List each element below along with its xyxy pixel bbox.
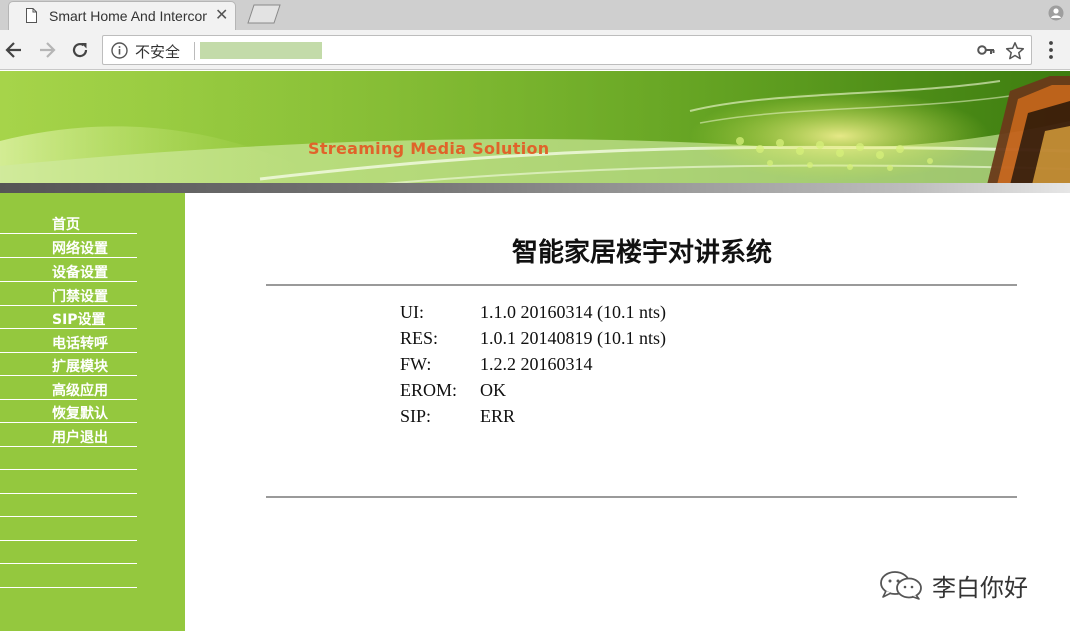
sidebar-item-logout[interactable]: 用户退出 [0, 424, 137, 447]
info-key: SIP: [400, 406, 432, 426]
sidebar-item-label: 电话转呼 [52, 336, 108, 352]
sidebar-item-network-settings[interactable]: 网络设置 [0, 235, 137, 258]
sidebar-item-restore-defaults[interactable]: 恢复默认 [0, 400, 137, 423]
sidebar-item-home[interactable]: 首页 [0, 211, 137, 234]
info-key: FW: [400, 354, 432, 374]
divider-bottom [266, 496, 1017, 498]
tab-strip: Smart Home And Intercom ✕ [0, 0, 1070, 30]
info-row-sip: SIP: ERR [400, 404, 800, 430]
sidebar-item-label: 设备设置 [52, 265, 108, 281]
divider-top [266, 284, 1017, 286]
browser-tab[interactable]: Smart Home And Intercom ✕ [8, 1, 236, 30]
sidebar-empty-row [0, 471, 137, 494]
forward-arrow-icon[interactable] [37, 40, 57, 60]
new-tab-button[interactable] [246, 4, 282, 24]
tab-close-button[interactable]: ✕ [215, 6, 228, 24]
url-divider [194, 42, 195, 60]
sidebar-item-call-forward[interactable]: 电话转呼 [0, 330, 137, 353]
version-info-list: UI: 1.1.0 20160314 (10.1 nts) RES: 1.0.1… [400, 300, 800, 430]
sidebar-empty-row [0, 541, 137, 564]
browser-toolbar: 不安全 [0, 30, 1070, 70]
info-value: 1.1.0 20160314 (10.1 nts) [480, 302, 666, 322]
info-key: UI: [400, 302, 424, 322]
sidebar-empty-row [0, 518, 137, 541]
sidebar-item-access-control[interactable]: 门禁设置 [0, 283, 137, 306]
document-icon [26, 8, 37, 23]
info-value: 1.2.2 20160314 [480, 354, 593, 374]
kebab-menu-icon[interactable] [1046, 40, 1056, 60]
sidebar-item-label: 恢复默认 [52, 406, 108, 422]
key-icon[interactable] [977, 43, 995, 57]
info-value: 1.0.1 20140819 (10.1 nts) [480, 328, 666, 348]
sidebar-item-label: 首页 [52, 217, 80, 233]
info-row-res: RES: 1.0.1 20140819 (10.1 nts) [400, 326, 800, 352]
info-value: OK [480, 380, 506, 400]
page-title: 智能家居楼宇对讲系统 [511, 238, 772, 268]
watermark-text: 李白你好 [932, 574, 1028, 602]
sidebar-nav: 首页 网络设置 设备设置 门禁设置 SIP设置 电话转呼 扩展模块 高级应用 恢… [0, 193, 185, 631]
sidebar-item-label: 门禁设置 [52, 289, 108, 305]
sidebar-item-label: 高级应用 [52, 383, 108, 399]
security-status[interactable]: 不安全 [135, 41, 180, 62]
header-banner: Streaming Media Solution [0, 71, 1070, 193]
sidebar-item-extension-module[interactable]: 扩展模块 [0, 353, 137, 376]
star-icon[interactable] [1005, 41, 1025, 61]
sidebar-item-advanced[interactable]: 高级应用 [0, 377, 137, 400]
watermark: 李白你好 [878, 566, 1048, 602]
info-key: EROM: [400, 380, 458, 400]
info-row-ui: UI: 1.1.0 20160314 (10.1 nts) [400, 300, 800, 326]
chat-bubbles-icon [880, 571, 922, 600]
back-arrow-icon[interactable] [4, 40, 24, 60]
info-row-fw: FW: 1.2.2 20160314 [400, 352, 800, 378]
tab-title: Smart Home And Intercom [49, 8, 207, 24]
url-redacted[interactable] [200, 42, 322, 59]
sidebar-empty-row [0, 565, 137, 588]
banner-tagline: Streaming Media Solution [308, 139, 550, 158]
sidebar-item-label: 网络设置 [52, 241, 108, 257]
sidebar-empty-row [0, 494, 137, 517]
sidebar-item-label: 扩展模块 [52, 359, 108, 375]
profile-icon[interactable] [1048, 5, 1064, 21]
sidebar-item-sip-settings[interactable]: SIP设置 [0, 306, 137, 329]
info-value: ERR [480, 406, 516, 426]
sidebar-item-device-settings[interactable]: 设备设置 [0, 259, 137, 282]
sidebar-empty-row [0, 447, 137, 470]
reload-icon[interactable] [70, 40, 90, 60]
info-icon[interactable] [111, 42, 128, 59]
info-row-erom: EROM: OK [400, 378, 800, 404]
sidebar-item-label: 用户退出 [52, 430, 108, 446]
sidebar-item-label: SIP设置 [52, 312, 106, 328]
banner-graphic [0, 71, 1070, 193]
address-bar[interactable]: 不安全 [102, 35, 1032, 65]
banner-divider-strip [0, 183, 1070, 193]
info-key: RES: [400, 328, 439, 348]
